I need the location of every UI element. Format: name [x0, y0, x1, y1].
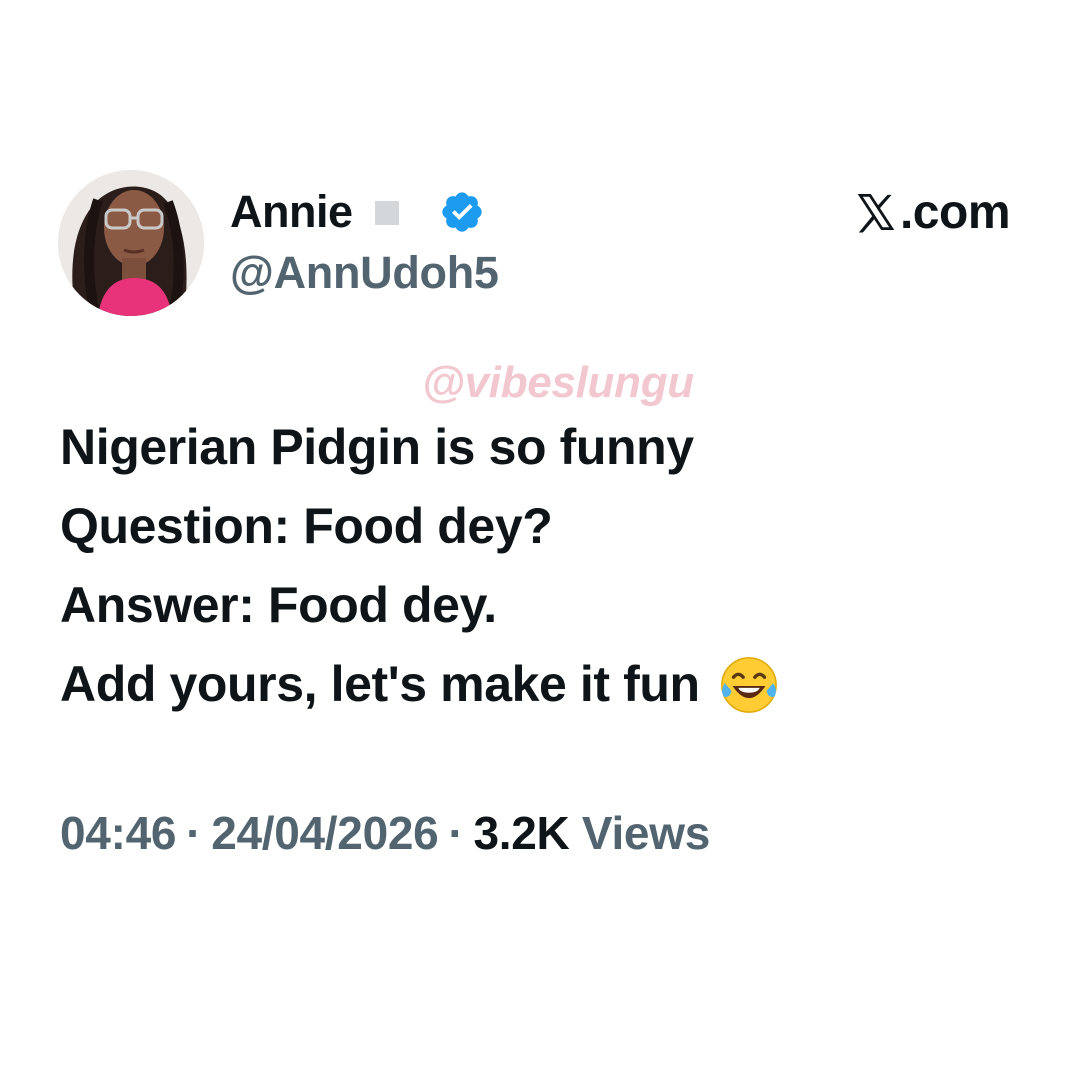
tweet-date[interactable]: 24/04/2026 — [211, 807, 439, 859]
display-name[interactable]: Annie — [230, 186, 353, 238]
tweet-line-text: Add yours, let's make it fun — [60, 656, 700, 712]
profile-photo-icon — [58, 170, 204, 316]
brand-mark: .com — [854, 182, 1011, 242]
laughing-emoji-icon — [720, 656, 777, 713]
views-count: 3.2K — [473, 807, 570, 859]
name-flag-icon — [374, 201, 399, 225]
tweet-line: Nigerian Pidgin is so funny — [60, 419, 694, 475]
user-name-row: Annie — [230, 182, 485, 242]
tweet-line: Question: Food dey? — [60, 498, 553, 554]
tweet-line-last: Add yours, let's make it fun — [60, 645, 1020, 724]
views-label: Views — [581, 807, 710, 859]
meta-separator: · — [448, 807, 464, 859]
tweet-text: Nigerian Pidgin is so funny Question: Fo… — [60, 408, 1020, 724]
x-logo-icon — [857, 193, 895, 233]
verified-badge-icon — [441, 192, 482, 232]
tweet-meta: 04:46 · 24/04/2026 · 3.2K Views — [60, 806, 710, 860]
avatar[interactable] — [58, 170, 204, 316]
tweet-time[interactable]: 04:46 — [60, 807, 176, 859]
user-handle[interactable]: @AnnUdoh5 — [230, 247, 499, 299]
meta-separator: · — [186, 807, 202, 859]
brand-domain: .com — [899, 185, 1011, 239]
tweet-line: Answer: Food dey. — [60, 577, 497, 633]
watermark: @vibeslungu — [422, 358, 694, 407]
